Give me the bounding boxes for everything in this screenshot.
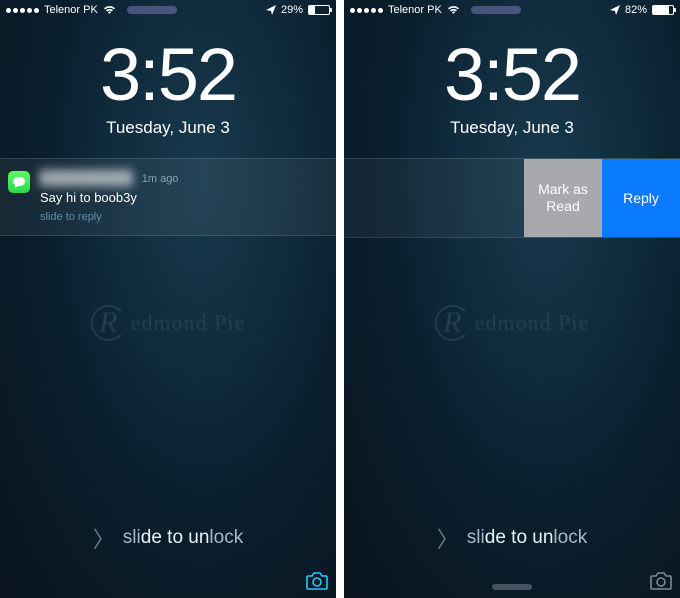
status-bar: Telenor PK 82% (344, 0, 680, 20)
notification-body: ██████████ 1m ago Say hi to boob3y slide… (40, 169, 324, 225)
mark-as-read-button[interactable]: Mark as Read (524, 159, 602, 237)
battery-percent-label: 82% (625, 4, 647, 16)
clock-block: 3:52 Tuesday, June 3 (0, 38, 336, 138)
chevron-right-icon: 〉 (437, 522, 459, 554)
notification-hint: slide to reply (40, 210, 324, 225)
wifi-icon (447, 5, 460, 15)
carrier-label: Telenor PK (44, 4, 98, 16)
grabber-handle[interactable] (492, 584, 532, 590)
status-bar: Telenor PK 29% (0, 0, 336, 20)
location-icon (266, 5, 276, 15)
location-icon (610, 5, 620, 15)
battery-fill (653, 6, 669, 14)
reply-button[interactable]: Reply (602, 159, 680, 237)
notification-message: Say hi to boob3y (40, 189, 324, 207)
notification[interactable]: ██████████ 1m ago Say hi to boob3y slide… (0, 158, 336, 236)
slide-to-unlock[interactable]: 〉 slide to unlock (344, 522, 680, 554)
lockscreen-before-swipe: Telenor PK 29% 3:52 Tuesday, June 3 ████… (0, 0, 336, 598)
signal-strength-icon (350, 8, 383, 13)
clock-time: 3:52 (0, 38, 336, 112)
messages-app-icon (8, 171, 30, 193)
chevron-right-icon: 〉 (93, 522, 115, 554)
battery-percent-label: 29% (281, 4, 303, 16)
lockscreen-after-swipe: Telenor PK 82% 3:52 Tuesday, June 3 Mark… (344, 0, 680, 598)
clock-date: Tuesday, June 3 (344, 118, 680, 138)
slide-to-unlock[interactable]: 〉 slide to unlock (0, 522, 336, 554)
watermark: Redmond Pie (435, 305, 590, 341)
clock-time: 3:52 (344, 38, 680, 112)
clock-block: 3:52 Tuesday, June 3 (344, 38, 680, 138)
notification-sender-blurred: ██████████ (40, 169, 132, 187)
battery-icon (308, 5, 330, 15)
loading-indicator-icon (127, 6, 177, 14)
notification-actions: Mark as Read Reply (344, 158, 680, 238)
camera-shortcut[interactable] (648, 570, 674, 592)
battery-icon (652, 5, 674, 15)
battery-fill (309, 6, 315, 14)
camera-shortcut[interactable] (304, 570, 330, 592)
wifi-icon (103, 5, 116, 15)
loading-indicator-icon (471, 6, 521, 14)
signal-strength-icon (6, 8, 39, 13)
watermark: Redmond Pie (91, 305, 246, 341)
carrier-label: Telenor PK (388, 4, 442, 16)
clock-date: Tuesday, June 3 (0, 118, 336, 138)
notification-timestamp: 1m ago (142, 173, 179, 185)
